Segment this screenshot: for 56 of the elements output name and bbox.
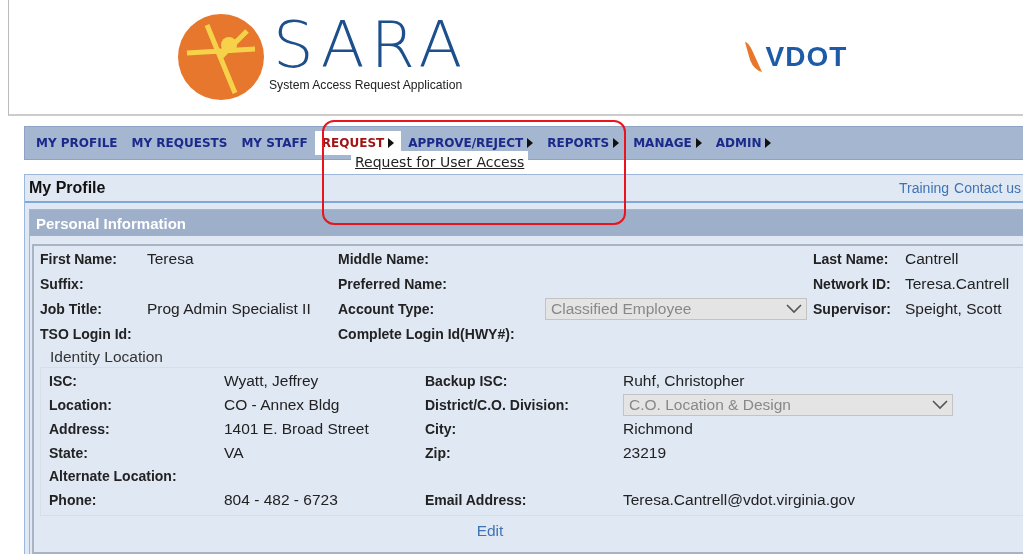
header-link[interactable]: Training (899, 180, 950, 196)
header-link[interactable]: Contact us (954, 180, 1021, 196)
edit-link[interactable]: Edit (476, 522, 504, 540)
field-label: Account Type: (338, 300, 436, 319)
field-label: District/C.O. Division: (425, 395, 570, 415)
chevron-down-icon (932, 400, 948, 410)
menu-item[interactable]: APPROVE/REJECT (401, 131, 541, 155)
field-value: Teresa (147, 249, 195, 269)
field-value: Teresa.Cantrell@vdot.virginia.gov (623, 490, 856, 510)
field-value: 1401 E. Broad Street (224, 419, 370, 439)
field-label: City: (425, 419, 458, 439)
dropdown-item[interactable]: Request for User Access (355, 154, 525, 170)
brand-logo: VDOT (765, 41, 848, 73)
group-legend: Identity Location (50, 347, 1023, 367)
field-label: Alternate Location: (49, 467, 178, 486)
menu-item[interactable]: MY STAFF (234, 131, 315, 155)
field-label: Zip: (425, 443, 452, 463)
field-value: CO - Annex Bldg (224, 395, 341, 415)
field-value: Wyatt, Jeffrey (224, 371, 320, 391)
field-label: Location: (49, 395, 113, 415)
field-label: First Name: (40, 250, 119, 269)
menu-item[interactable]: REPORTS (540, 131, 627, 155)
field-label: Complete Login Id(HWY#): (338, 325, 516, 344)
field-value: Ruhf, Christopher (623, 371, 746, 391)
field-value: Cantrell (905, 249, 960, 269)
logo-subtitle: System Access Request Application (269, 77, 463, 92)
field-label: Suffix: (40, 275, 85, 294)
field-label: Last Name: (813, 250, 890, 269)
menu-item[interactable]: MANAGE (626, 131, 709, 155)
menu-item[interactable]: MY REQUESTS (124, 131, 235, 155)
field-label: TSO Login Id: (40, 325, 133, 344)
field-value: Richmond (623, 419, 694, 439)
field-label: Supervisor: (813, 300, 892, 319)
section-header: Personal Information (30, 210, 1023, 236)
field-value: 23219 (623, 443, 668, 463)
field-value: Prog Admin Specialist II (147, 299, 312, 319)
menu-item[interactable]: MY PROFILE (29, 131, 125, 155)
sara-logo-icon (177, 13, 265, 101)
field-label: Phone: (49, 490, 98, 510)
panel-title: My Profile (29, 179, 106, 197)
logo-title: SARA (273, 13, 470, 77)
field-value: VA (224, 443, 245, 463)
chevron-down-icon (786, 304, 802, 314)
field-value: Teresa.Cantrell (905, 274, 1011, 294)
menu-item[interactable]: ADMIN (708, 131, 779, 155)
field-value: 804 - 482 - 6723 (224, 490, 339, 510)
field-label: Preferred Name: (338, 275, 448, 294)
field-label: ISC: (49, 371, 78, 391)
field-label: Network ID: (813, 275, 892, 294)
field-label: Job Title: (40, 300, 103, 319)
field-label: Address: (49, 419, 111, 439)
field-label: Middle Name: (338, 250, 430, 269)
field-value: Speight, Scott (905, 299, 1003, 319)
field-label: Email Address: (425, 490, 528, 510)
field-label: State: (49, 443, 89, 463)
field-label: Backup ISC: (425, 371, 509, 391)
